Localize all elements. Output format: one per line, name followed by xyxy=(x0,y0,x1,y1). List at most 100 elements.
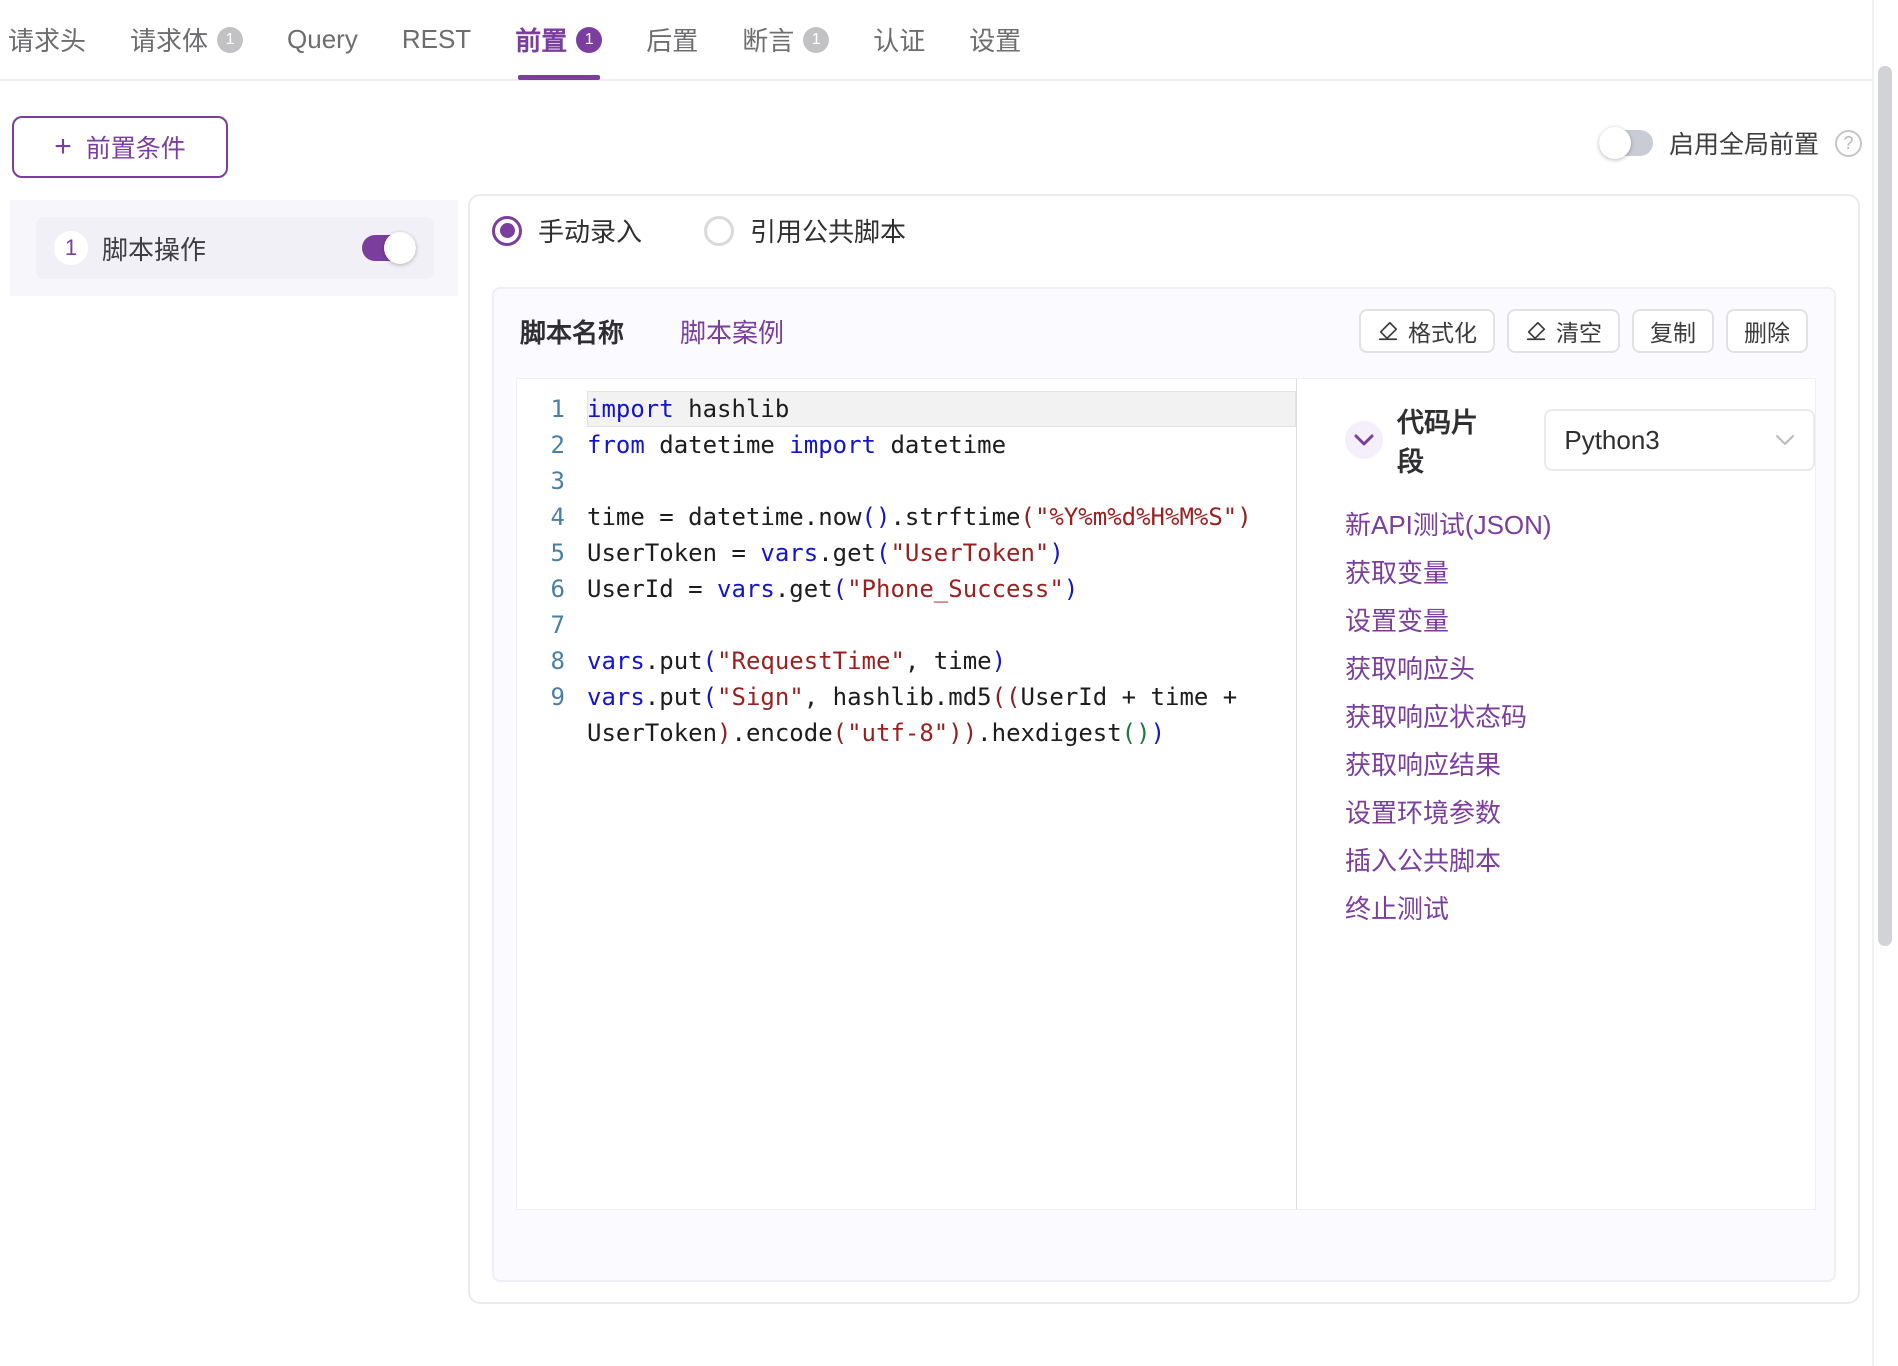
code-line[interactable]: 6 UserId = vars.get("Phone_Success") xyxy=(517,571,1296,607)
radio-icon[interactable] xyxy=(492,215,522,246)
tab-5[interactable]: 前置 1 xyxy=(493,0,624,80)
code-line-text: vars.put("Sign", hashlib.md5((UserId + t… xyxy=(587,683,1252,747)
eraser-icon xyxy=(1378,321,1398,341)
code-editor[interactable]: 1 import hashlib 2 from datetime import dat… xyxy=(517,379,1296,1209)
global-precondition-label: 启用全局前置 xyxy=(1668,131,1819,159)
tab-label: 请求体 xyxy=(130,26,209,56)
script-action-button-2[interactable]: 清空 xyxy=(1507,309,1620,353)
tab-badge: 1 xyxy=(217,26,244,53)
tab-7[interactable]: 断言 1 xyxy=(720,0,851,80)
line-number: 7 xyxy=(550,611,565,639)
precondition-card: 手动录入 引用公共脚本 脚本名称 脚本案例 格式化 清空 复制 删除 1 import h… xyxy=(468,194,1860,1304)
code-line[interactable]: 7 xyxy=(517,607,1296,643)
scrollbar-track[interactable] xyxy=(1872,0,1898,1366)
script-editor-panel: 脚本名称 脚本案例 格式化 清空 复制 删除 1 import hashlib 2 from… xyxy=(492,287,1836,1282)
tab-label: 断言 xyxy=(742,26,795,56)
line-number: 2 xyxy=(550,431,565,459)
source-mode-option-1[interactable]: 手动录入 xyxy=(492,212,642,249)
code-line-text: time = datetime.now().strftime("%Y%m%d%H… xyxy=(587,503,1252,531)
radio-icon[interactable] xyxy=(704,215,735,246)
code-line[interactable]: 2 from datetime import datetime xyxy=(517,427,1296,463)
script-action-button-3[interactable]: 复制 xyxy=(1632,309,1714,353)
snippet-link-6[interactable]: 获取响应结果 xyxy=(1345,741,1501,789)
snippet-link-7[interactable]: 设置环境参数 xyxy=(1345,789,1501,837)
code-line[interactable]: 4 time = datetime.now().strftime("%Y%m%d%… xyxy=(517,499,1296,535)
source-mode-option-2[interactable]: 引用公共脚本 xyxy=(704,212,906,249)
tab-label: REST xyxy=(401,24,472,54)
script-editor-header: 脚本名称 脚本案例 格式化 清空 复制 删除 xyxy=(494,289,1834,373)
tab-label: Query xyxy=(287,24,358,54)
snippet-link-1[interactable]: 新API测试(JSON) xyxy=(1345,501,1552,549)
script-name-label: 脚本名称 xyxy=(520,317,625,348)
global-precondition-group: 启用全局前置 ? xyxy=(1598,125,1862,161)
code-line[interactable]: 9 vars.put("Sign", hashlib.md5((UserId + … xyxy=(517,679,1296,751)
line-number: 8 xyxy=(550,647,565,675)
tab-bar: 请求头 请求体 1 Query REST 前置 1 后置 断言 1 认证 设置 xyxy=(0,0,1872,81)
snippet-link-2[interactable]: 获取变量 xyxy=(1345,549,1449,597)
script-case-link[interactable]: 脚本案例 xyxy=(680,313,784,350)
snippet-link-5[interactable]: 获取响应状态码 xyxy=(1345,693,1527,741)
tab-6[interactable]: 后置 xyxy=(624,0,720,80)
code-line-text xyxy=(587,607,1296,643)
step-label: 脚本操作 xyxy=(102,234,207,265)
step-number: 1 xyxy=(54,231,88,265)
code-line-text: import hashlib xyxy=(587,391,1296,427)
tab-label: 后置 xyxy=(646,26,699,56)
script-action-label: 格式化 xyxy=(1408,320,1477,346)
step-list: 1 脚本操作 xyxy=(10,200,458,296)
code-line-text: vars.put("RequestTime", time) xyxy=(587,647,1007,675)
source-mode-label: 引用公共脚本 xyxy=(750,217,907,247)
scrollbar-thumb[interactable] xyxy=(1878,66,1892,946)
toggle-knob xyxy=(384,232,416,264)
code-editor-container: 1 import hashlib 2 from datetime import dat… xyxy=(516,378,1816,1210)
snippet-link-list: 新API测试(JSON) 获取变量 设置变量 获取响应头 获取响应状态码 获取响应结果 设置… xyxy=(1345,501,1815,933)
step-item[interactable]: 1 脚本操作 xyxy=(36,217,434,279)
add-precondition-button[interactable]: + 前置条件 xyxy=(12,116,228,178)
code-line[interactable]: 3 xyxy=(517,463,1296,499)
line-number: 3 xyxy=(550,467,565,495)
chevron-down-icon xyxy=(1776,435,1794,445)
script-action-button-1[interactable]: 格式化 xyxy=(1359,309,1495,353)
code-line-text: UserId = vars.get("Phone_Success") xyxy=(587,575,1079,603)
code-line-text: UserToken = vars.get("UserToken") xyxy=(587,539,1064,567)
line-number: 1 xyxy=(550,395,565,423)
eraser-icon xyxy=(1526,321,1546,341)
help-icon[interactable]: ? xyxy=(1835,129,1862,157)
code-line[interactable]: 5 UserToken = vars.get("UserToken") xyxy=(517,535,1296,571)
snippet-link-8[interactable]: 插入公共脚本 xyxy=(1345,837,1501,885)
tab-9[interactable]: 设置 xyxy=(947,0,1043,80)
tab-1[interactable]: 请求头 xyxy=(0,0,108,80)
tab-label: 设置 xyxy=(969,26,1022,56)
script-action-button-4[interactable]: 删除 xyxy=(1726,309,1808,353)
code-line[interactable]: 8 vars.put("RequestTime", time) xyxy=(517,643,1296,679)
code-line[interactable]: 1 import hashlib xyxy=(517,391,1296,427)
language-select[interactable]: Python3 xyxy=(1544,409,1815,471)
code-line-text xyxy=(587,463,1296,499)
tab-2[interactable]: 请求体 1 xyxy=(108,0,265,80)
snippet-header: 代码片段 Python3 xyxy=(1345,401,1815,479)
plus-icon: + xyxy=(54,130,72,163)
tab-3[interactable]: Query xyxy=(265,0,380,80)
language-select-value: Python3 xyxy=(1564,424,1660,455)
tab-4[interactable]: REST xyxy=(380,0,493,80)
tab-label: 认证 xyxy=(873,26,926,56)
global-precondition-toggle[interactable] xyxy=(1598,127,1653,159)
tab-badge: 1 xyxy=(803,26,830,53)
source-mode-group: 手动录入 引用公共脚本 xyxy=(492,212,906,249)
toggle-knob xyxy=(1598,127,1631,159)
tab-8[interactable]: 认证 xyxy=(851,0,947,80)
snippet-link-9[interactable]: 终止测试 xyxy=(1345,885,1449,933)
page-root: 请求头 请求体 1 Query REST 前置 1 后置 断言 1 认证 设置 + 前置条件 启用全局… xyxy=(0,0,1898,1366)
tab-label: 请求头 xyxy=(8,26,87,56)
snippet-title: 代码片段 xyxy=(1397,408,1478,477)
step-enable-toggle[interactable] xyxy=(362,232,416,264)
line-number: 5 xyxy=(550,539,565,567)
tab-label: 前置 xyxy=(515,26,568,56)
active-tab-indicator xyxy=(517,75,600,80)
snippet-link-4[interactable]: 获取响应头 xyxy=(1345,645,1475,693)
chevron-down-icon[interactable] xyxy=(1345,421,1383,459)
snippet-link-3[interactable]: 设置变量 xyxy=(1345,597,1449,645)
source-mode-label: 手动录入 xyxy=(538,217,643,247)
step-row: 1 脚本操作 xyxy=(10,200,458,296)
code-line-text: from datetime import datetime xyxy=(587,431,1007,459)
